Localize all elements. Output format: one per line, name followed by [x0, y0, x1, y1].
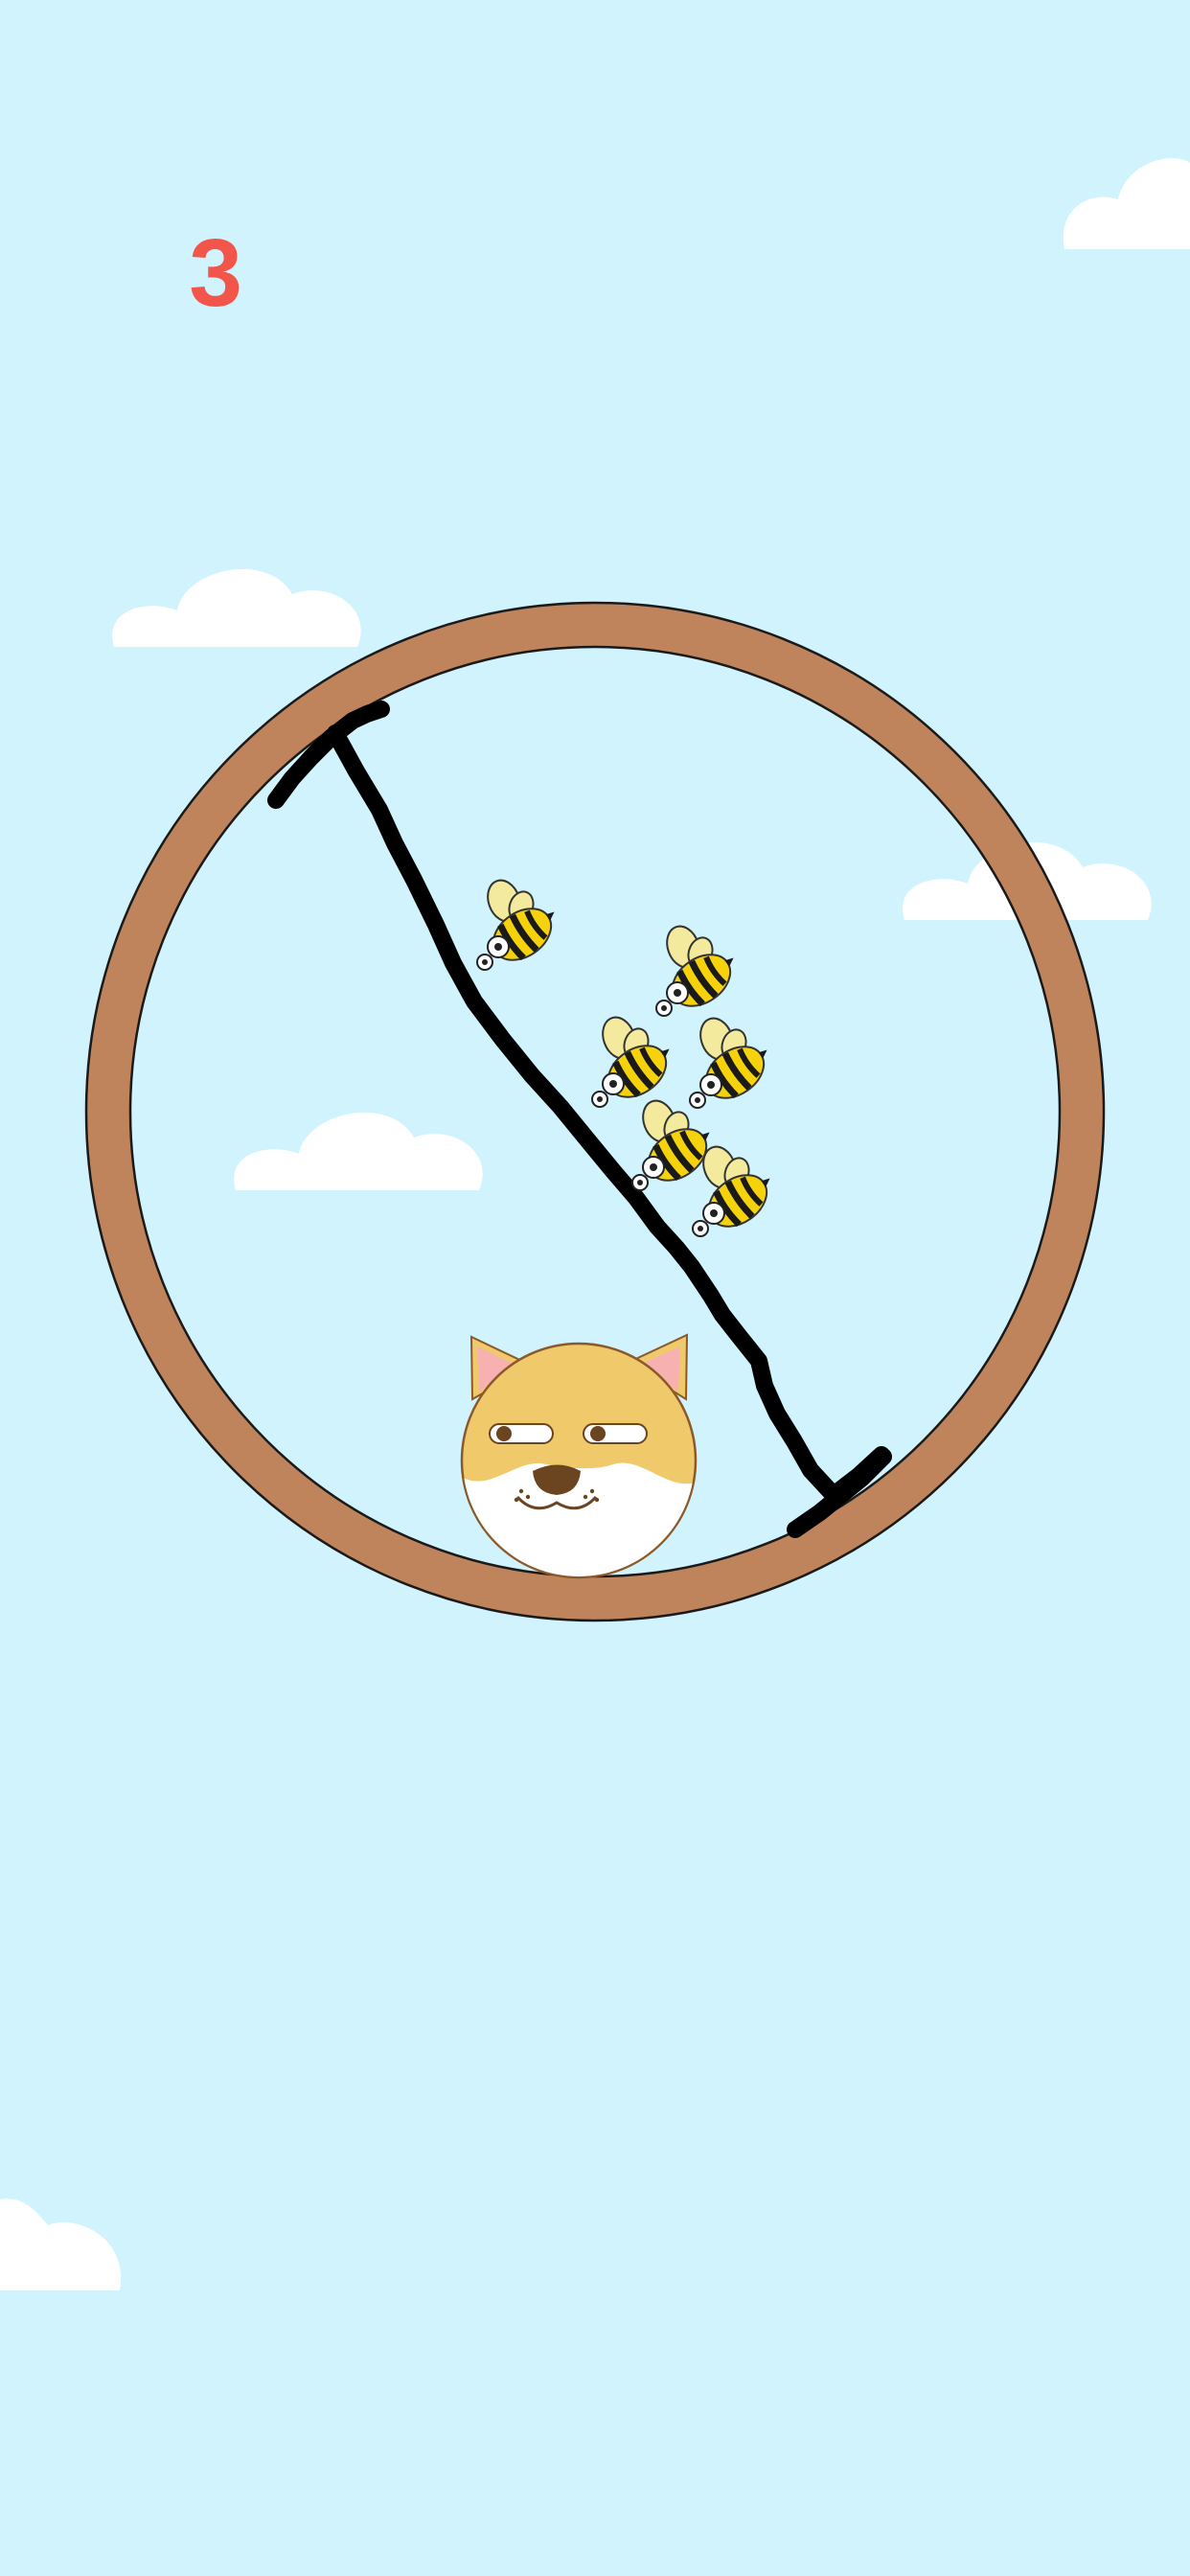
bee-1	[477, 876, 567, 971]
bee-6	[693, 1142, 783, 1237]
bee-4	[690, 1014, 780, 1109]
bee-3	[592, 1013, 682, 1108]
bee-2	[656, 922, 746, 1017]
game-scene[interactable]	[0, 0, 1190, 2576]
shiba-dog-character	[460, 1333, 698, 1579]
